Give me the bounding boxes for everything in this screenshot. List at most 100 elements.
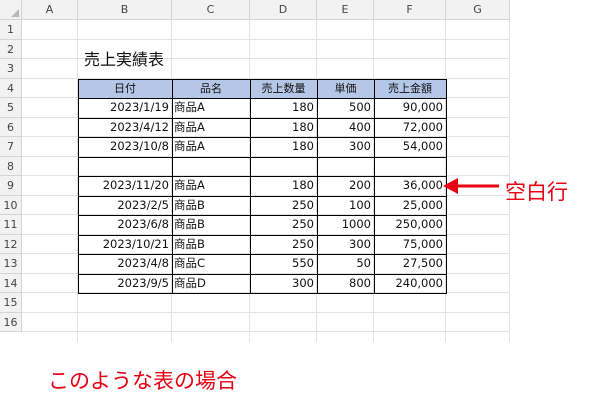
table-cell[interactable] (374, 157, 446, 177)
table-cell[interactable]: 商品B (172, 196, 250, 216)
table-border (78, 254, 447, 255)
table-cell[interactable]: 商品C (172, 254, 250, 274)
table-border (78, 273, 447, 275)
sheet-title[interactable]: 売上実績表 (84, 46, 164, 70)
row-header-12[interactable]: 12 (0, 234, 22, 254)
table-border (172, 78, 173, 294)
table-cell[interactable]: 400 (317, 118, 374, 138)
table-header-cell[interactable]: 単価 (317, 78, 374, 98)
table-cell[interactable]: 72,000 (374, 118, 446, 138)
spreadsheet-grid[interactable]: ABCDEFG 1 2 3 4 5 6 7 8 9 10 11 12 13 14 15 16 売上実績表 日付… (0, 0, 510, 342)
table-header-cell[interactable]: 日付 (78, 78, 172, 98)
table-cell[interactable] (78, 157, 172, 177)
table-cell[interactable]: 商品A (172, 98, 250, 118)
table-border (446, 78, 447, 294)
blank-row-annotation: 空白行 (505, 180, 568, 204)
table-border (374, 78, 375, 294)
table-border (78, 137, 447, 138)
table-border (250, 78, 251, 294)
table-cell[interactable]: 27,500 (374, 254, 446, 274)
table-cell[interactable]: 2023/10/8 (78, 137, 172, 157)
table-cell[interactable]: 50 (317, 254, 374, 274)
table-cell[interactable]: 180 (250, 176, 317, 196)
table-cell[interactable]: 商品A (172, 176, 250, 196)
row-header-2[interactable]: 2 (0, 39, 22, 59)
table-cell[interactable]: 100 (317, 196, 374, 216)
table-cell[interactable] (317, 157, 374, 177)
table-cell[interactable]: 180 (250, 98, 317, 118)
table-cell[interactable]: 2023/1/19 (78, 98, 172, 118)
row-header-4[interactable]: 4 (0, 78, 22, 98)
table-cell[interactable]: 800 (317, 274, 374, 294)
row-header-14[interactable]: 14 (0, 273, 22, 293)
column-header-c[interactable]: C (172, 0, 250, 20)
row-header-7[interactable]: 7 (0, 137, 22, 157)
row-header-11[interactable]: 11 (0, 215, 22, 235)
table-border (78, 78, 447, 80)
row-header-6[interactable]: 6 (0, 117, 22, 137)
table-cell[interactable]: 300 (317, 137, 374, 157)
column-header-d[interactable]: D (250, 0, 317, 20)
row-header-13[interactable]: 13 (0, 254, 22, 274)
table-cell[interactable]: 2023/2/5 (78, 196, 172, 216)
table-cell[interactable]: 300 (317, 235, 374, 255)
table-cell[interactable]: 250 (250, 196, 317, 216)
table-cell[interactable]: 商品A (172, 118, 250, 138)
row-header-9[interactable]: 9 (0, 176, 22, 196)
row-header-10[interactable]: 10 (0, 195, 22, 215)
row-header-5[interactable]: 5 (0, 98, 22, 118)
table-border (78, 156, 447, 158)
table-border (78, 117, 447, 119)
grid-horizontal-line (22, 311, 510, 313)
caption-text: このような表の場合 (48, 369, 237, 393)
table-cell[interactable]: 2023/10/21 (78, 235, 172, 255)
table-cell[interactable]: 250 (250, 235, 317, 255)
table-cell[interactable]: 180 (250, 137, 317, 157)
table-cell[interactable]: 商品B (172, 235, 250, 255)
column-header-a[interactable]: A (22, 0, 78, 20)
select-all-corner[interactable] (0, 0, 22, 20)
table-cell[interactable]: 2023/4/12 (78, 118, 172, 138)
row-header-16[interactable]: 16 (0, 312, 22, 332)
table-cell[interactable]: 300 (250, 274, 317, 294)
table-cell[interactable]: 550 (250, 254, 317, 274)
table-cell[interactable]: 2023/9/5 (78, 274, 172, 294)
table-cell[interactable]: 240,000 (374, 274, 446, 294)
table-cell[interactable]: 54,000 (374, 137, 446, 157)
column-header-b[interactable]: B (78, 0, 172, 20)
table-cell[interactable]: 75,000 (374, 235, 446, 255)
table-cell[interactable]: 25,000 (374, 196, 446, 216)
table-cell[interactable]: 商品A (172, 137, 250, 157)
table-cell[interactable]: 2023/11/20 (78, 176, 172, 196)
column-header-f[interactable]: F (374, 0, 446, 20)
column-header-g[interactable]: G (446, 0, 510, 20)
table-header-cell[interactable]: 売上金額 (374, 78, 446, 98)
table-cell[interactable]: 36,000 (374, 176, 446, 196)
table-cell[interactable]: 商品D (172, 274, 250, 294)
table-cell[interactable]: 1000 (317, 215, 374, 235)
column-header-e[interactable]: E (317, 0, 374, 20)
table-header-cell[interactable]: 品名 (172, 78, 250, 98)
grid-horizontal-line (22, 38, 510, 40)
row-header-15[interactable]: 15 (0, 293, 22, 313)
table-cell[interactable]: 2023/6/8 (78, 215, 172, 235)
table-cell[interactable]: 90,000 (374, 98, 446, 118)
table-cell[interactable]: 2023/4/8 (78, 254, 172, 274)
table-header-cell[interactable]: 売上数量 (250, 78, 317, 98)
row-header-8[interactable]: 8 (0, 156, 22, 176)
table-cell[interactable]: 250 (250, 215, 317, 235)
table-cell[interactable]: 250,000 (374, 215, 446, 235)
table-cell[interactable] (172, 157, 250, 177)
table-border (78, 176, 447, 177)
table-cell[interactable]: 180 (250, 118, 317, 138)
table-cell[interactable]: 500 (317, 98, 374, 118)
row-header-1[interactable]: 1 (0, 20, 22, 40)
row-header-3[interactable]: 3 (0, 59, 22, 79)
table-border (78, 98, 447, 99)
table-cell[interactable] (250, 157, 317, 177)
table-border (78, 78, 79, 294)
table-cell[interactable]: 商品B (172, 215, 250, 235)
grid-horizontal-line (22, 331, 510, 332)
table-cell[interactable]: 200 (317, 176, 374, 196)
table-border (78, 215, 447, 216)
